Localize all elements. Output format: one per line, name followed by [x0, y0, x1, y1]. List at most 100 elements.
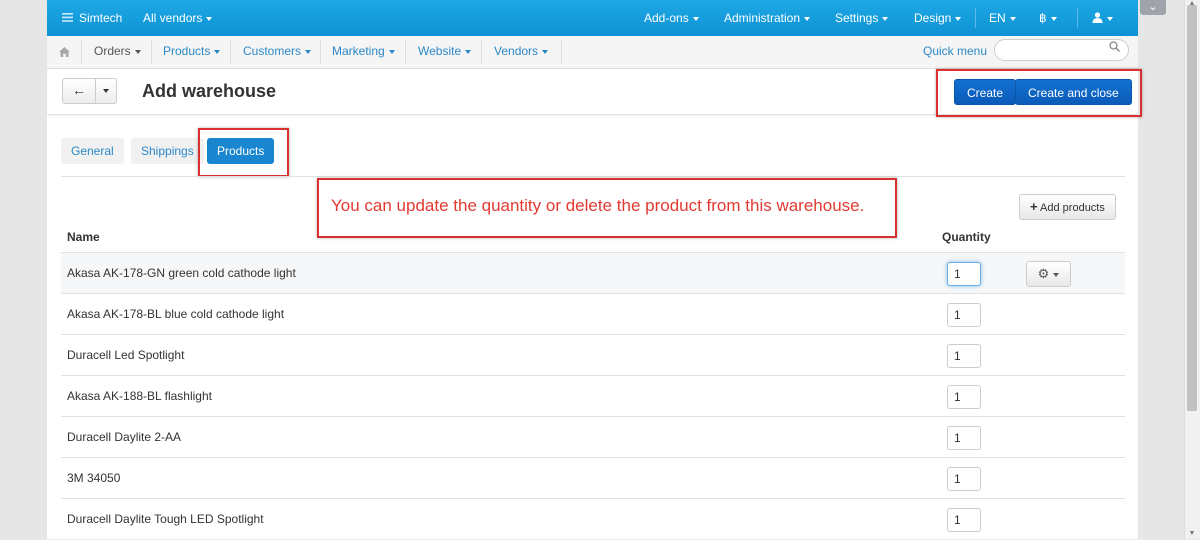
row-actions-button[interactable]: ⚙: [1026, 261, 1071, 287]
menu-settings[interactable]: Settings: [835, 0, 889, 36]
annotation-text: You can update the quantity or delete th…: [331, 196, 865, 215]
product-name: Duracell Led Spotlight: [67, 348, 185, 362]
caret-down-icon: [1009, 16, 1016, 21]
caret-down-icon: [214, 49, 221, 54]
caret-down-icon: [1053, 272, 1060, 277]
add-products-button[interactable]: + Add products: [1019, 194, 1116, 220]
caret-down-icon: [1107, 16, 1113, 21]
topbar-divider: [1077, 8, 1078, 28]
table-row: Duracell Daylite 2-AA 1: [61, 416, 1125, 458]
menu-addons[interactable]: Add-ons: [644, 0, 699, 36]
caret-down-icon: [465, 49, 472, 54]
nav-customers[interactable]: Customers: [243, 36, 312, 68]
product-name: 3M 34050: [67, 471, 121, 485]
nav-vendors-label: Vendors: [494, 44, 539, 58]
caret-down-icon: [134, 49, 141, 54]
vendor-selector-label: All vendors: [143, 11, 203, 25]
quantity-input[interactable]: 1: [947, 385, 981, 409]
menu-currency-label: ฿: [1039, 11, 1047, 25]
menu-design-label: Design: [914, 11, 952, 25]
nav-products-label: Products: [163, 44, 211, 58]
nav-customers-label: Customers: [243, 44, 302, 58]
quantity-input[interactable]: 1: [947, 344, 981, 368]
nav-orders-label: Orders: [94, 44, 131, 58]
highlight-box-create-buttons: [936, 69, 1142, 117]
scroll-down-arrow-icon[interactable]: ▼: [1188, 530, 1196, 538]
tab-shippings[interactable]: Shippings: [131, 138, 204, 164]
user-icon: [1092, 1, 1103, 37]
menu-language-label: EN: [989, 11, 1006, 25]
table-row: 3M 34050 1: [61, 457, 1125, 499]
quick-menu-link[interactable]: Quick menu: [923, 36, 987, 68]
nav-divider: [151, 40, 152, 64]
nav-marketing[interactable]: Marketing: [332, 36, 395, 68]
column-header-name: Name: [67, 230, 100, 244]
nav-divider: [230, 40, 231, 64]
nav-vendors[interactable]: Vendors: [494, 36, 549, 68]
quick-menu-label: Quick menu: [923, 44, 988, 58]
back-arrow-icon[interactable]: ←: [63, 79, 96, 103]
quantity-input[interactable]: 1: [947, 426, 981, 450]
plus-icon: +: [1030, 199, 1038, 214]
search-icon[interactable]: [1109, 41, 1121, 55]
add-products-label: Add products: [1040, 202, 1105, 214]
caret-down-icon: [388, 49, 395, 54]
column-header-quantity: Quantity: [942, 230, 991, 244]
table-row: Duracell Led Spotlight 1: [61, 334, 1125, 376]
nav-orders[interactable]: Orders: [94, 36, 141, 68]
quantity-input[interactable]: 1: [947, 303, 981, 327]
caret-down-icon: [692, 16, 699, 21]
nav-divider: [320, 40, 321, 64]
caret-down-icon: [542, 49, 549, 54]
tabs-divider: [61, 176, 1125, 177]
table-row: Akasa AK-178-GN green cold cathode light…: [61, 252, 1125, 294]
nav-website-label: Website: [418, 44, 462, 58]
highlight-box-products-tab: [198, 128, 289, 177]
product-name: Akasa AK-178-GN green cold cathode light: [67, 266, 296, 280]
vendor-selector[interactable]: All vendors: [143, 0, 213, 36]
product-name: Duracell Daylite Tough LED Spotlight: [67, 512, 264, 526]
tab-general[interactable]: General: [61, 138, 124, 164]
page-gutter-right: [1138, 0, 1184, 539]
nav-website[interactable]: Website: [418, 36, 472, 68]
product-name: Akasa AK-188-BL flashlight: [67, 389, 212, 403]
table-row: Akasa AK-188-BL flashlight 1: [61, 375, 1125, 417]
search-input[interactable]: [994, 39, 1129, 61]
main-nav-bar: Orders Products Customers Marketing Webs…: [47, 36, 1138, 69]
menu-administration-label: Administration: [724, 11, 801, 25]
home-icon[interactable]: [59, 36, 70, 68]
brand-link[interactable]: Simtech: [62, 0, 122, 36]
table-row: Duracell Daylite Tough LED Spotlight 1: [61, 498, 1125, 540]
top-bar: Simtech All vendors Add-ons Administrati…: [47, 0, 1138, 36]
menu-administration[interactable]: Administration: [724, 0, 811, 36]
collapse-chevron-icon[interactable]: ⌄: [1140, 0, 1166, 15]
table-row: Akasa AK-178-BL blue cold cathode light …: [61, 293, 1125, 335]
menu-design[interactable]: Design: [914, 0, 962, 36]
history-dropdown[interactable]: [96, 79, 116, 103]
menu-addons-label: Add-ons: [644, 11, 689, 25]
caret-down-icon: [1050, 16, 1057, 21]
product-name: Akasa AK-178-BL blue cold cathode light: [67, 307, 285, 321]
menu-currency[interactable]: ฿: [1039, 0, 1057, 36]
caret-down-icon: [804, 16, 811, 21]
quantity-input[interactable]: 1: [947, 508, 981, 532]
quantity-input[interactable]: 1: [947, 467, 981, 491]
back-button-group: ←: [62, 78, 117, 104]
scrollbar-thumb[interactable]: [1187, 5, 1197, 411]
menu-user[interactable]: [1092, 0, 1113, 36]
nav-divider: [405, 40, 406, 64]
topbar-divider: [975, 8, 976, 28]
page-gutter-left: [0, 0, 47, 539]
nav-marketing-label: Marketing: [332, 44, 385, 58]
menu-language[interactable]: EN: [989, 0, 1016, 36]
quantity-input[interactable]: 1: [947, 262, 981, 286]
brand-name: Simtech: [79, 11, 123, 25]
gear-icon: ⚙: [1037, 266, 1050, 281]
caret-down-icon: [882, 16, 889, 21]
nav-divider: [81, 40, 82, 64]
menu-settings-label: Settings: [835, 11, 879, 25]
nav-divider: [561, 40, 562, 64]
nav-products[interactable]: Products: [163, 36, 221, 68]
caret-down-icon: [103, 88, 109, 93]
caret-down-icon: [206, 16, 213, 21]
